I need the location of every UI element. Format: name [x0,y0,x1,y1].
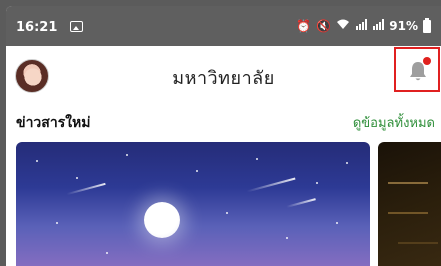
page-title: มหาวิทยาลัย [172,68,275,89]
battery-icon [423,17,431,33]
signal-icon-1 [355,19,368,33]
signal-icon-2 [372,19,385,33]
notification-badge [423,57,431,65]
see-all-link[interactable]: ดูข้อมูลทั้งหมด [353,112,435,133]
gallery-notification-icon [70,21,83,32]
battery-percent: 91% [389,19,418,33]
status-icons: ⏰ 🔇 91% [296,17,431,33]
alarm-icon: ⏰ [296,19,312,33]
notification-button[interactable] [394,47,440,92]
moon-illustration [144,202,180,238]
wifi-icon [336,19,350,33]
app-screen: 16:21 ⏰ 🔇 91% มหาวิทยาลัย ข่าวสารใหม่ ดู… [6,6,441,266]
app-header: มหาวิทยาลัย [6,46,441,104]
news-card[interactable] [16,142,370,266]
news-card-next[interactable] [378,142,441,266]
status-bar: 16:21 ⏰ 🔇 91% [6,6,441,46]
section-title: ข่าวสารใหม่ [16,115,91,131]
mute-icon: 🔇 [316,19,332,33]
status-time: 16:21 [16,20,58,35]
